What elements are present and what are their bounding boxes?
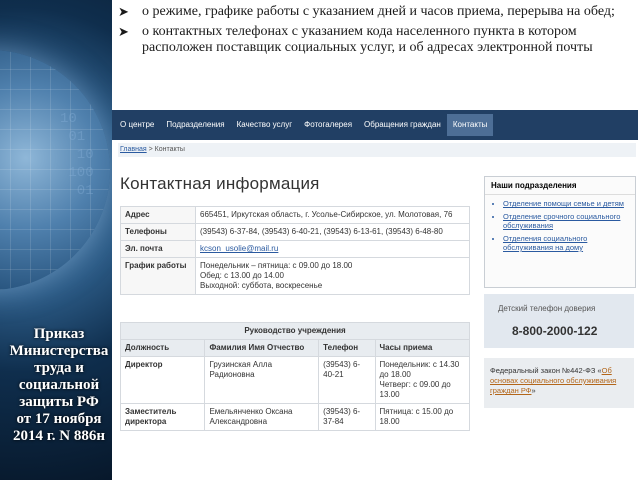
list-item: ➤ о контактных телефонах с указанием код…	[118, 24, 593, 55]
table-row: Директор Грузинская Алла Радионовна (395…	[119, 356, 470, 404]
column-header: Телефон	[318, 339, 376, 357]
breadcrumb: Главная > Контакты	[118, 143, 636, 157]
address-label: Адрес	[120, 206, 196, 224]
federal-law-banner: Федеральный закон №442-ФЗ «Об основах со…	[484, 358, 634, 408]
breadcrumb-separator: >	[148, 146, 153, 153]
column-header: Фамилия Имя Отчество	[204, 339, 320, 357]
schedule-label: График работы	[120, 257, 196, 295]
hours-cell: Пятница: с 15.00 до 18.00	[374, 403, 470, 431]
phone-cell: (39543) 6-37-84	[318, 403, 376, 431]
breadcrumb-current: Контакты	[154, 146, 185, 153]
requirements-list: ➤ о режиме, графике работы с указанием д…	[118, 4, 638, 60]
nav-item-quality[interactable]: Качество услуг	[231, 114, 299, 136]
nav-item-departments[interactable]: Подразделения	[160, 114, 230, 136]
phones-value: (39543) 6-37-84, (39543) 6-40-21, (39543…	[195, 223, 470, 241]
table-row: График работы Понедельник – пятница: с 0…	[120, 257, 470, 295]
arrow-bullet-icon: ➤	[118, 4, 129, 19]
phones-label: Телефоны	[120, 223, 196, 241]
hotline-number: 8-800-2000-122	[512, 324, 598, 338]
department-link[interactable]: Отделение срочного социального обслужива…	[503, 212, 635, 230]
nav-item-appeals[interactable]: Обращения граждан	[358, 114, 447, 136]
department-link[interactable]: Отделения социального обслуживания на до…	[503, 234, 635, 252]
position-cell: Директор	[119, 356, 206, 404]
list-item: ➤ о режиме, графике работы с указанием д…	[118, 4, 615, 19]
departments-list: Отделение помощи семье и детям Отделение…	[485, 199, 635, 252]
email-label: Эл. почта	[120, 240, 196, 258]
name-cell: Емельянченко Оксана Александровна	[204, 403, 320, 431]
decorative-side-panel: 10 01 10 100 01 Приказ Министерства труд…	[0, 0, 112, 480]
departments-widget: Наши подразделения Отделение помощи семь…	[484, 176, 636, 288]
column-header: Часы приема	[374, 339, 470, 357]
main-nav: О центре Подразделения Качество услуг Фо…	[112, 110, 638, 140]
hotline-banner[interactable]: Детский телефон доверия 8-800-2000-122	[484, 294, 634, 348]
email-link[interactable]: kcson_usolie@mail.ru	[200, 244, 278, 253]
table-row: Эл. почта kcson_usolie@mail.ru	[120, 240, 470, 258]
nav-item-contacts[interactable]: Контакты	[446, 114, 494, 136]
management-caption: Руководство учреждения	[120, 322, 470, 340]
table-row: Телефоны (39543) 6-37-84, (39543) 6-40-2…	[120, 223, 470, 241]
binary-pattern: 10 01 10 100 01	[60, 111, 94, 199]
page-title: Контактная информация	[120, 174, 320, 193]
table-row: Адрес 665451, Иркутская область, г. Усол…	[120, 206, 470, 224]
arrow-bullet-icon: ➤	[118, 24, 129, 39]
website-screenshot: О центре Подразделения Качество услуг Фо…	[112, 110, 640, 480]
column-header: Должность	[119, 339, 206, 357]
phone-cell: (39543) 6-40-21	[318, 356, 376, 404]
schedule-value: Понедельник – пятница: с 09.00 до 18.00 …	[195, 257, 470, 295]
position-cell: Заместитель директора	[119, 403, 206, 431]
address-value: 665451, Иркутская область, г. Усолье-Сиб…	[195, 206, 470, 224]
table-row: Заместитель директора Емельянченко Оксан…	[119, 403, 470, 431]
departments-title: Наши подразделения	[485, 177, 635, 195]
contact-info-table: Адрес 665451, Иркутская область, г. Усол…	[120, 206, 470, 295]
hotline-title: Детский телефон доверия	[498, 304, 596, 313]
nav-item-gallery[interactable]: Фотогалерея	[298, 114, 358, 136]
nav-item-about[interactable]: О центре	[114, 114, 160, 136]
name-cell: Грузинская Алла Радионовна	[204, 356, 320, 404]
management-table: Руководство учреждения Должность Фамилия…	[119, 322, 470, 431]
order-reference-text: Приказ Министерства труда и социальной з…	[9, 326, 109, 444]
breadcrumb-home-link[interactable]: Главная	[120, 146, 147, 153]
department-link[interactable]: Отделение помощи семье и детям	[503, 199, 635, 208]
hours-cell: Понедельник: с 14.30 до 18.00 Четверг: с…	[374, 356, 470, 404]
